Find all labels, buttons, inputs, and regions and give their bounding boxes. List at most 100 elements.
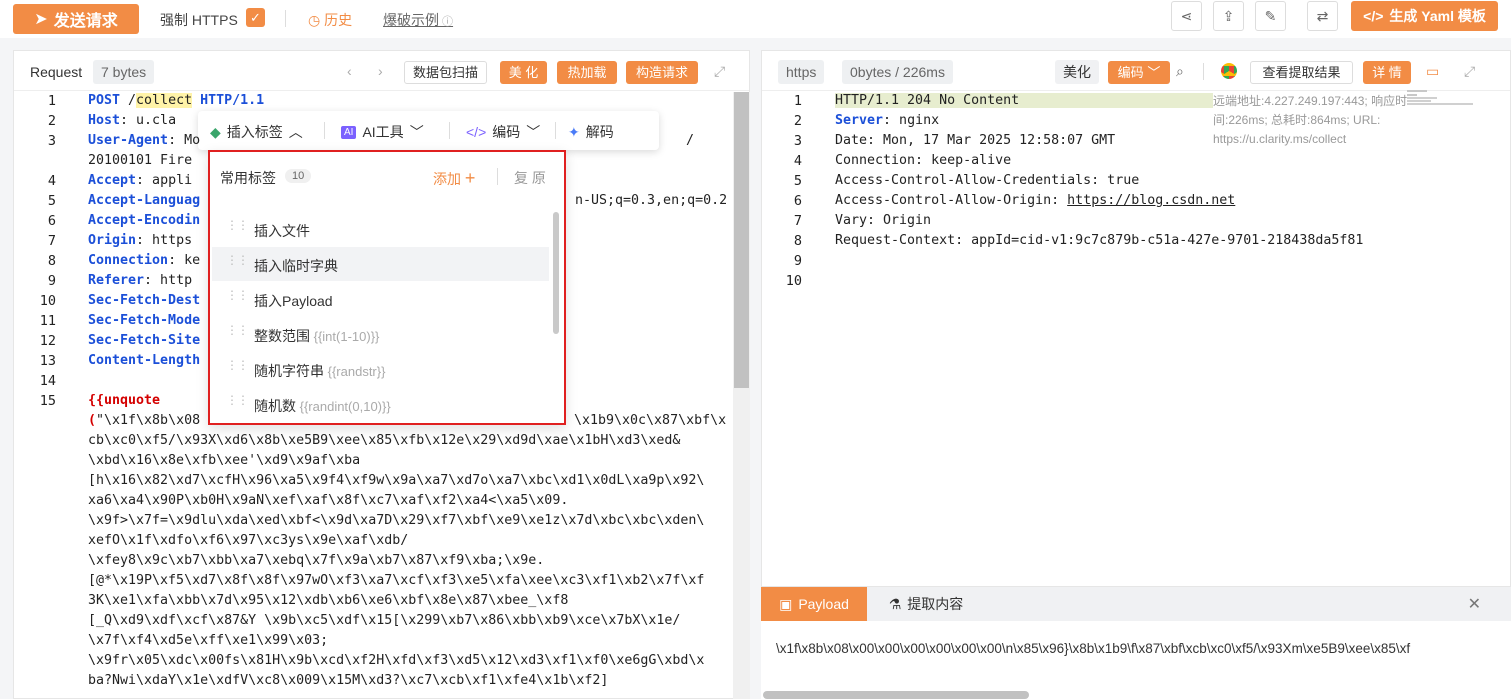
- template-tag: {{unquote: [88, 393, 161, 408]
- encode-menu[interactable]: </> 编码 ﹀: [466, 122, 540, 142]
- request-scrollbar[interactable]: [733, 92, 750, 699]
- code-line: 3K\xe1\xfa\xbb\x7d\x95\x12\xdb\xb6\xe6\x…: [88, 593, 568, 608]
- minimap[interactable]: [1407, 90, 1477, 108]
- code-text: Access-Control-Allow-Credentials: true: [835, 173, 1140, 188]
- drag-handle-icon[interactable]: ⋮⋮: [226, 219, 249, 231]
- next-arrow-icon[interactable]: ›: [378, 63, 383, 79]
- packet-scan-button[interactable]: 数据包扫描: [404, 61, 487, 84]
- code-text: /: [120, 93, 137, 108]
- reset-tags-button[interactable]: 复 原: [514, 168, 546, 188]
- code-line: Host: u.cla: [88, 113, 176, 128]
- code-line: Sec-Fetch-Site: [88, 333, 200, 348]
- code-line: [h\x16\x82\xd7\xcfH\x96\xa5\x9f4\xf9w\x9…: [88, 473, 704, 488]
- header-key: Content-Length: [88, 353, 201, 368]
- swap-icon: ⇄: [1316, 7, 1329, 24]
- tag-list-item[interactable]: ⋮⋮ 随机数 {{randint(0,10)}}: [212, 387, 549, 421]
- line-number: 9: [47, 273, 56, 289]
- code-line: ba?Nwi\xdaY\x1e\xdfV\xc8\x009\x15M\xd3?\…: [88, 673, 608, 688]
- header-key: User-Agent: [88, 133, 169, 148]
- code-text: xefO\x1f\xdfo\xf6\x97\xc3ys\x9e\xaf\xdb/: [88, 533, 409, 548]
- tag-list-item[interactable]: ⋮⋮ 插入Payload: [212, 282, 549, 316]
- drag-handle-icon[interactable]: ⋮⋮: [226, 289, 249, 301]
- view-extract-button[interactable]: 查看提取结果: [1250, 61, 1353, 84]
- code-line: Request-Context: appId=cid-v1:9c7c879b-c…: [835, 233, 1363, 248]
- header-key: Connection: [88, 253, 169, 268]
- request-size-badge: 7 bytes: [93, 60, 155, 84]
- payload-scrollbar[interactable]: [763, 691, 1029, 699]
- tag-list-item[interactable]: ⋮⋮ 插入文件: [212, 212, 549, 246]
- construct-request-button[interactable]: 构造请求: [626, 61, 698, 84]
- tag-name: 插入临时字典: [254, 258, 338, 274]
- hotload-button[interactable]: 热加载: [557, 61, 617, 84]
- code-line: ("\x1f\x8b\x08: [88, 413, 200, 428]
- bottom-panel: ▣ Payload ⚗ 提取内容 ✕ \x1f\x8b\x08\x00\x00\…: [761, 586, 1511, 699]
- send-request-button[interactable]: ➤ 发送请求: [13, 4, 139, 34]
- header-key: Accept-Encodin: [88, 213, 201, 228]
- ai-tool-menu[interactable]: AI AI工具 ﹀: [341, 122, 424, 142]
- chrome-icon[interactable]: [1221, 63, 1237, 79]
- common-tags-dropdown: 常用标签 10 添加 + 复 原 ⋮⋮ 插入文件 ⋮⋮ 插入临时字典 ⋮⋮ 插入Paylo…: [208, 150, 566, 425]
- scrollbar-thumb[interactable]: [734, 92, 749, 388]
- share-button[interactable]: ⋖: [1171, 1, 1202, 31]
- close-icon[interactable]: ✕: [1468, 594, 1481, 614]
- payload-content: \x1f\x8b\x08\x00\x00\x00\x00\x00\x00\n\x…: [776, 641, 1411, 656]
- code-text: [@*\x19P\xf5\xd7\x8f\x8f\x97wO\xf3\xa7\x…: [88, 573, 705, 588]
- header-key: Origin: [88, 233, 137, 248]
- header-key: Sec-Fetch-Dest: [88, 293, 201, 308]
- code-line: Server: nginx: [835, 113, 939, 128]
- brute-example-link[interactable]: 爆破示例 ⓘ: [383, 10, 453, 30]
- bottom-tab-bar: ▣ Payload ⚗ 提取内容 ✕: [761, 587, 1511, 621]
- edit-button[interactable]: ✎: [1255, 1, 1286, 31]
- code-line: Connection: ke: [88, 253, 200, 268]
- tag-name: 插入文件: [254, 223, 310, 239]
- response-encode-button[interactable]: 编码 ﹀: [1108, 61, 1170, 84]
- prev-arrow-icon[interactable]: ‹: [347, 63, 352, 79]
- send-icon: ➤: [34, 11, 48, 28]
- header-key: Accept-Languag: [88, 193, 201, 208]
- fullscreen-icon[interactable]: ⤢: [1464, 63, 1475, 80]
- divider: [449, 122, 450, 139]
- tags-scrollbar[interactable]: [553, 212, 559, 334]
- code-text: : appli: [136, 173, 193, 188]
- divider: [285, 10, 286, 27]
- share-icon: ⋖: [1180, 7, 1193, 24]
- response-beautify-button[interactable]: 美化: [1055, 60, 1099, 84]
- origin-link[interactable]: https://blog.csdn.net: [1067, 193, 1235, 208]
- swap-button[interactable]: ⇄: [1307, 1, 1338, 31]
- code-line: Accept-Encodin: [88, 213, 200, 228]
- tag-list-item[interactable]: ⋮⋮ 随机字符串 {{randstr}}: [212, 352, 549, 386]
- drag-handle-icon[interactable]: ⋮⋮: [226, 359, 249, 371]
- beautify-button[interactable]: 美 化: [500, 61, 547, 84]
- comment-icon[interactable]: ▭: [1426, 63, 1439, 80]
- scheme-badge: https: [778, 60, 825, 84]
- history-button[interactable]: ◷ 历史: [308, 10, 352, 30]
- tag-list-item[interactable]: ⋮⋮ 整数范围 {{int(1-10)}}: [212, 317, 549, 351]
- line-number: 7: [47, 233, 56, 249]
- tag-list-item[interactable]: ⋮⋮ 插入临时字典: [212, 247, 549, 281]
- drag-handle-icon[interactable]: ⋮⋮: [226, 394, 249, 406]
- fullscreen-icon[interactable]: ⤢: [714, 63, 725, 80]
- search-icon[interactable]: ⌕: [1176, 63, 1184, 80]
- tag-label: 插入Payload: [254, 291, 333, 311]
- export-button[interactable]: ⇪: [1213, 1, 1244, 31]
- code-text: : u.cla: [120, 113, 177, 128]
- code-text: cb\xc0\xf5/\x93X\xd6\x8b\xe5B9\xee\x85\x…: [88, 433, 681, 448]
- code-line: Referer: http: [88, 273, 192, 288]
- tab-payload[interactable]: ▣ Payload: [761, 587, 867, 621]
- generate-yaml-button[interactable]: </> 生成 Yaml 模板: [1351, 1, 1498, 31]
- drag-handle-icon[interactable]: ⋮⋮: [226, 324, 249, 336]
- line-number: 3: [47, 133, 56, 149]
- detail-button[interactable]: 详 情: [1363, 61, 1411, 84]
- drag-handle-icon[interactable]: ⋮⋮: [226, 254, 249, 266]
- code-line: \xfey8\x9c\xb7\xbb\xa7\xebq\x7f\x9a\xb7\…: [88, 553, 544, 568]
- header-key: Sec-Fetch-Site: [88, 333, 201, 348]
- tags-title: 常用标签: [220, 170, 276, 186]
- force-https-checkbox[interactable]: ✓: [246, 8, 265, 27]
- code-text: xa6\xa4\x90P\xb0H\x9aN\xef\xaf\x8f\xc7\x…: [88, 493, 569, 508]
- decode-button[interactable]: ✦ 解码: [568, 122, 614, 142]
- line-number: 5: [47, 193, 56, 209]
- code-icon: </>: [466, 124, 487, 140]
- tab-extract[interactable]: ⚗ 提取内容: [867, 587, 985, 621]
- insert-tag-menu[interactable]: ◆ 插入标签 ︿: [210, 122, 303, 142]
- add-tag-button[interactable]: 添加 +: [433, 168, 475, 189]
